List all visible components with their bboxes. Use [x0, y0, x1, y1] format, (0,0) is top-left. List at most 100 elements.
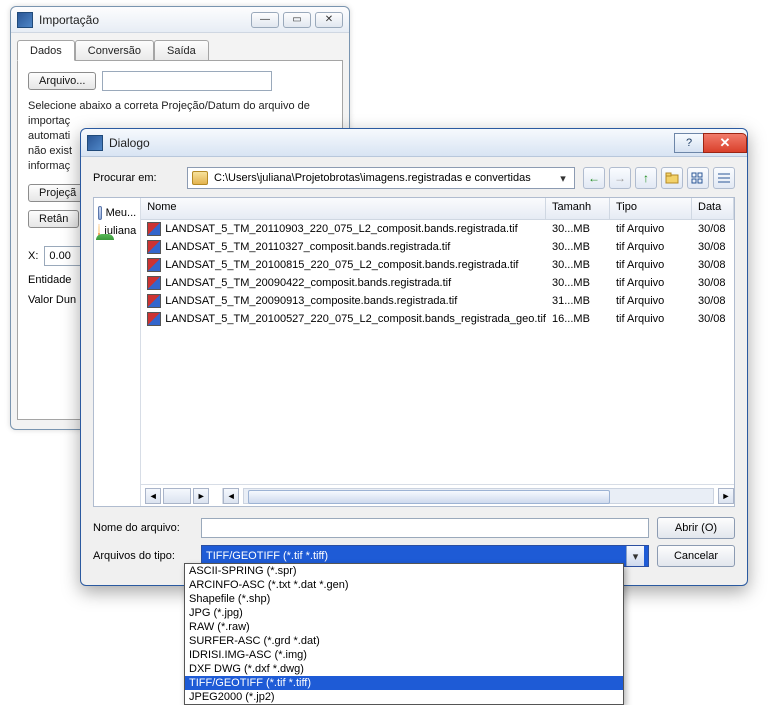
filetype-option[interactable]: ASCII-SPRING (*.spr) [185, 564, 623, 578]
dialog-titlebar[interactable]: Dialogo ? ✕ [81, 129, 747, 157]
close-button[interactable]: ✕ [315, 12, 343, 28]
filetype-dropdown[interactable]: ASCII-SPRING (*.spr)ARCINFO-ASC (*.txt *… [184, 563, 624, 705]
chevron-down-icon: ▾ [556, 168, 570, 188]
app-icon [17, 12, 33, 28]
up-dir-button[interactable]: ↑ [635, 167, 657, 189]
lookin-combo[interactable]: C:\Users\juliana\Projetobrotas\imagens.r… [187, 167, 575, 189]
file-size: 30...MB [546, 277, 610, 289]
arquivo-field[interactable] [102, 71, 272, 91]
file-size: 30...MB [546, 223, 610, 235]
view-list-button[interactable] [687, 167, 709, 189]
filetype-option[interactable]: ARCINFO-ASC (*.txt *.dat *.gen) [185, 578, 623, 592]
filetype-option[interactable]: JPG (*.jpg) [185, 606, 623, 620]
list-scroll-track[interactable] [243, 488, 714, 504]
col-header-name[interactable]: Nome [141, 198, 546, 219]
dialog-title: Dialogo [109, 136, 675, 150]
lookin-path: C:\Users\juliana\Projetobrotas\imagens.r… [214, 172, 556, 184]
projecao-button[interactable]: Projeçã [28, 184, 87, 202]
file-type: tif Arquivo [610, 223, 692, 235]
places-bar: Meu... juliana [94, 198, 141, 506]
filetype-option[interactable]: JPEG2000 (*.jp2) [185, 690, 623, 704]
col-header-size[interactable]: Tamanh [546, 198, 610, 219]
file-row[interactable]: LANDSAT_5_TM_20090913_composite.bands.re… [141, 292, 734, 310]
file-date: 30/08 [692, 259, 734, 271]
file-date: 30/08 [692, 241, 734, 253]
lookin-label: Procurar em: [93, 172, 179, 184]
user-icon [98, 224, 100, 238]
close-button[interactable]: ✕ [703, 133, 747, 153]
file-row[interactable]: LANDSAT_5_TM_20100815_220_075_L2_composi… [141, 256, 734, 274]
forward-button[interactable]: → [609, 167, 631, 189]
file-area: Meu... juliana Nome Tamanh Tipo Data LAN… [93, 197, 735, 507]
places-scroll-left[interactable]: ◄ [145, 488, 161, 504]
filetype-option[interactable]: RAW (*.raw) [185, 620, 623, 634]
view-details-button[interactable] [713, 167, 735, 189]
tab-dados[interactable]: Dados [17, 40, 75, 61]
col-header-type[interactable]: Tipo [610, 198, 692, 219]
places-scroll-thumb[interactable] [163, 488, 191, 504]
file-size: 31...MB [546, 295, 610, 307]
filetype-option[interactable]: SURFER-ASC (*.grd *.dat) [185, 634, 623, 648]
tab-conversao[interactable]: Conversão [75, 40, 154, 61]
file-type: tif Arquivo [610, 277, 692, 289]
tif-icon [147, 294, 161, 308]
maximize-button[interactable]: ▭ [283, 12, 311, 28]
back-button[interactable]: ← [583, 167, 605, 189]
file-row[interactable]: LANDSAT_5_TM_20110327_composit.bands.reg… [141, 238, 734, 256]
file-name: LANDSAT_5_TM_20110903_220_075_L2_composi… [165, 223, 517, 235]
file-name: LANDSAT_5_TM_20090422_composit.bands.reg… [165, 277, 451, 289]
file-name: LANDSAT_5_TM_20100815_220_075_L2_composi… [165, 259, 518, 271]
place-computer[interactable]: Meu... [94, 204, 140, 222]
list-header: Nome Tamanh Tipo Data [141, 198, 734, 220]
folder-icon [192, 171, 208, 185]
app-icon [87, 135, 103, 151]
list-scroll-right[interactable]: ► [718, 488, 734, 504]
filetype-option[interactable]: TIFF/GEOTIFF (*.tif *.tiff) [185, 676, 623, 690]
tif-icon [147, 240, 161, 254]
open-button[interactable]: Abrir (O) [657, 517, 735, 539]
file-type: tif Arquivo [610, 259, 692, 271]
entidade-label: Entidade [28, 274, 71, 286]
file-row[interactable]: LANDSAT_5_TM_20110903_220_075_L2_composi… [141, 220, 734, 238]
file-size: 30...MB [546, 241, 610, 253]
filetype-option[interactable]: IDRISI.IMG-ASC (*.img) [185, 648, 623, 662]
file-list[interactable]: LANDSAT_5_TM_20110903_220_075_L2_composi… [141, 220, 734, 484]
file-row[interactable]: LANDSAT_5_TM_20090422_composit.bands.reg… [141, 274, 734, 292]
new-folder-button[interactable] [661, 167, 683, 189]
file-dialog: Dialogo ? ✕ Procurar em: C:\Users\julian… [80, 128, 748, 586]
file-date: 30/08 [692, 277, 734, 289]
filetype-label: Arquivos do tipo: [93, 550, 193, 562]
filename-field[interactable] [201, 518, 649, 538]
places-scroll-right[interactable]: ► [193, 488, 209, 504]
import-title: Importação [39, 13, 251, 27]
filetype-option[interactable]: DXF DWG (*.dxf *.dwg) [185, 662, 623, 676]
place-user[interactable]: juliana [94, 222, 140, 240]
import-titlebar[interactable]: Importação — ▭ ✕ [11, 7, 349, 33]
file-date: 30/08 [692, 313, 734, 325]
filename-label: Nome do arquivo: [93, 522, 193, 534]
minimize-button[interactable]: — [251, 12, 279, 28]
tif-icon [147, 312, 161, 326]
tif-icon [147, 276, 161, 290]
arquivo-button[interactable]: Arquivo... [28, 72, 96, 90]
filetype-option[interactable]: Shapefile (*.shp) [185, 592, 623, 606]
tabs: Dados Conversão Saída [11, 33, 349, 60]
cancel-button[interactable]: Cancelar [657, 545, 735, 567]
file-type: tif Arquivo [610, 295, 692, 307]
list-scroll-left[interactable]: ◄ [223, 488, 239, 504]
computer-icon [98, 206, 102, 220]
help-button[interactable]: ? [674, 133, 704, 153]
filetype-value: TIFF/GEOTIFF (*.tif *.tiff) [206, 550, 626, 562]
col-header-date[interactable]: Data [692, 198, 734, 219]
file-size: 16...MB [546, 313, 610, 325]
file-name: LANDSAT_5_TM_20110327_composit.bands.reg… [165, 241, 450, 253]
tab-saida[interactable]: Saída [154, 40, 209, 61]
file-type: tif Arquivo [610, 241, 692, 253]
retangulo-button[interactable]: Retân [28, 210, 79, 228]
chevron-down-icon: ▾ [626, 546, 644, 566]
file-date: 30/08 [692, 223, 734, 235]
tif-icon [147, 258, 161, 272]
file-row[interactable]: LANDSAT_5_TM_20100527_220_075_L2_composi… [141, 310, 734, 328]
x-field[interactable] [44, 246, 84, 266]
file-size: 30...MB [546, 259, 610, 271]
